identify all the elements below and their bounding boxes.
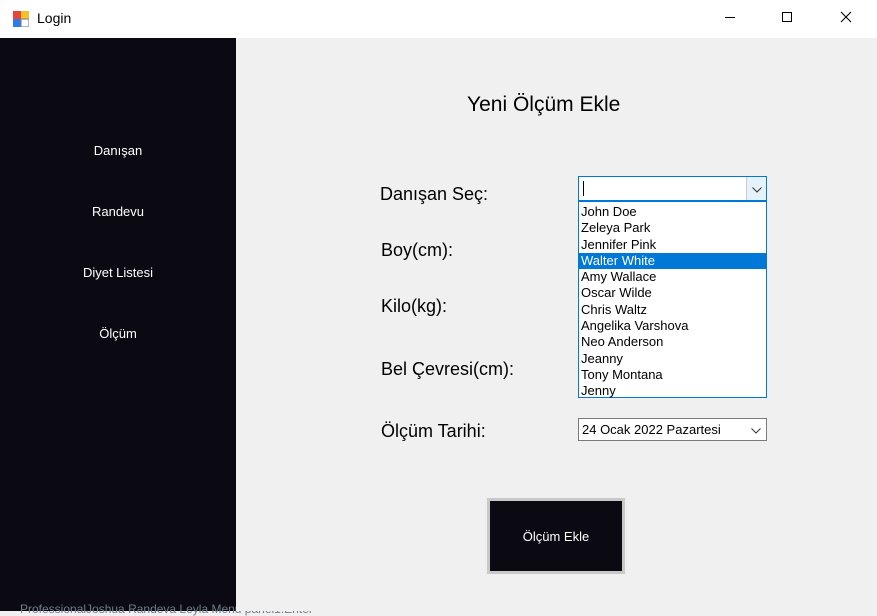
height-label: Boy(cm): [381,240,453,260]
client-label: Danışan Seç: [380,184,489,204]
title-bar[interactable]: Login [0,0,877,39]
waist-label: Bel Çevresi(cm): [381,359,515,379]
dropdown-option[interactable]: Neo Anderson [579,334,766,350]
dropdown-option[interactable]: Jeanny [579,351,766,367]
client-dropdown-list[interactable]: John Doe Zeleya Park Jennifer Pink Walte… [578,201,767,398]
dropdown-option[interactable]: Tony Montana [579,367,766,383]
dropdown-option[interactable]: Oscar Wilde [579,285,766,301]
chevron-down-icon [751,419,761,440]
date-value: 24 Ocak 2022 Pazartesi [582,422,721,437]
sidebar-item-olcum[interactable]: Ölçüm [0,326,236,341]
sidebar-item-randevu[interactable]: Randevu [0,204,236,219]
dropdown-option[interactable]: Chris Waltz [579,302,766,318]
dropdown-option[interactable]: Zeleya Park [579,220,766,236]
chevron-down-icon [751,180,762,198]
weight-label: Kilo(kg): [381,296,448,316]
add-measurement-label: Ölçüm Ekle [490,501,622,571]
minimize-button[interactable] [707,0,753,38]
measurement-date-picker[interactable]: 24 Ocak 2022 Pazartesi [578,418,767,441]
text-caret [583,181,584,196]
dropdown-option[interactable]: Amy Wallace [579,269,766,285]
sidebar-item-diyet-listesi[interactable]: Diyet Listesi [0,265,236,280]
combo-dropdown-button[interactable] [746,177,766,200]
close-button[interactable] [823,0,869,38]
date-dropdown-button[interactable] [748,419,764,440]
dropdown-option[interactable]: Jenny [579,383,766,399]
form-heading: Yeni Ölçüm Ekle [467,93,621,116]
close-icon [840,10,852,28]
date-label: Ölçüm Tarihi: [381,421,486,441]
dropdown-option-highlighted[interactable]: Walter White [579,252,766,270]
login-window: Login Danışan Randevu Diyet Listesi Ölçü… [0,0,877,616]
dropdown-option[interactable]: Angelika Varshova [579,318,766,334]
client-combobox[interactable] [578,176,767,201]
window-title: Login [37,10,72,26]
dropdown-option[interactable]: Jennifer Pink [579,237,766,253]
maximize-icon [781,10,793,28]
sidebar-menu: Danışan Randevu Diyet Listesi Ölçüm Prof… [0,38,313,616]
maximize-button[interactable] [764,0,810,38]
sidebar-item-danisan[interactable]: Danışan [0,143,236,158]
dropdown-option[interactable]: John Doe [579,204,766,220]
winforms-app-icon [13,11,30,28]
minimize-icon [724,10,736,28]
add-measurement-button[interactable]: Ölçüm Ekle [487,498,625,574]
